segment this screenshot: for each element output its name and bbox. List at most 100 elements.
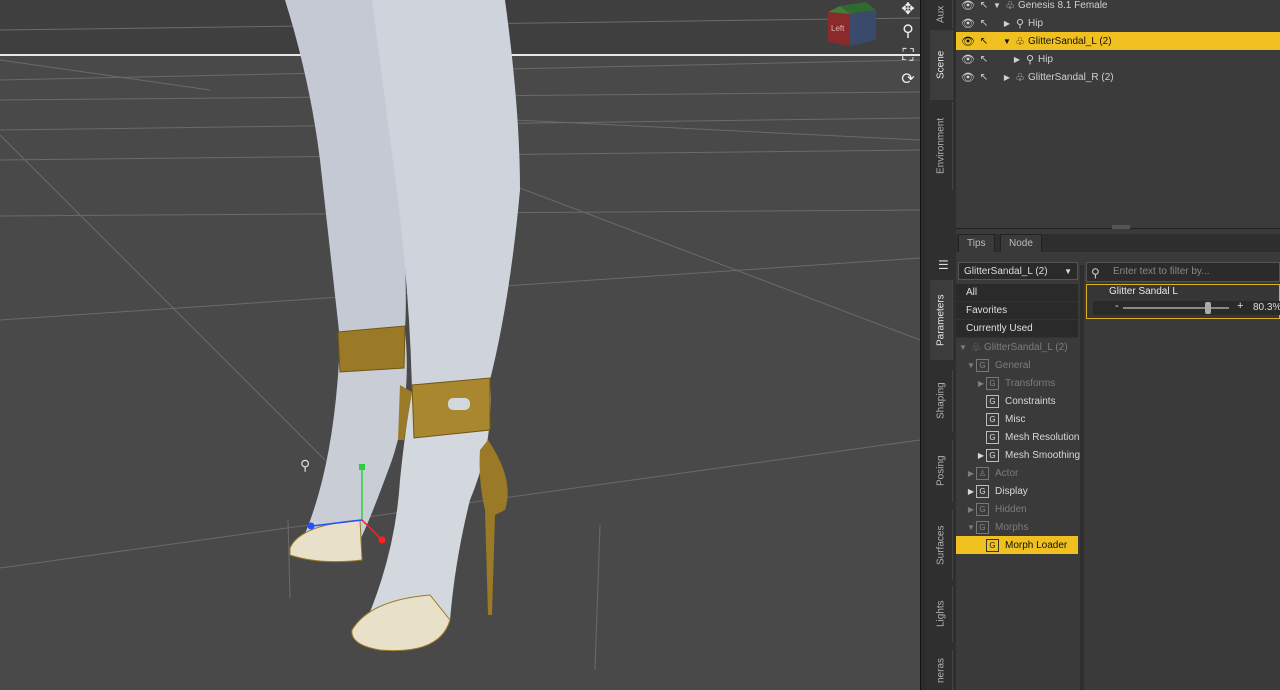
tree-mesh-smoothing-label: Mesh Smoothing	[1005, 449, 1081, 461]
tree-hidden[interactable]: ▶ G Hidden	[966, 500, 1027, 518]
filter-input[interactable]: ⚲ Enter text to filter by...	[1086, 262, 1280, 282]
tab-scene-label: Scene	[935, 50, 947, 80]
slider-value[interactable]: 80.3%	[1253, 302, 1280, 313]
group-favorites[interactable]: Favorites	[956, 302, 1078, 320]
tree-transforms[interactable]: ▶ G Transforms	[976, 374, 1055, 392]
tab-posing-label: Posing	[935, 455, 947, 487]
glitter-sandal-slider[interactable]: Glitter Sandal L - + 80.3%	[1086, 284, 1280, 319]
panel-menu-icon[interactable]: ☰	[938, 258, 949, 272]
eye-icon[interactable]: 👁	[960, 35, 976, 48]
collapsed-arrow-icon[interactable]: ▶	[976, 451, 986, 460]
tab-lights[interactable]: Lights	[930, 586, 953, 642]
tab-node[interactable]: Node	[1000, 234, 1042, 253]
scene-scroll-handle[interactable]	[1112, 225, 1130, 229]
expanded-arrow-icon[interactable]: ▼	[1002, 37, 1012, 46]
tab-cameras-label: neras	[935, 657, 947, 683]
strap-cutout	[448, 398, 470, 410]
scene-row-glittersandal-l[interactable]: 👁 ↖ ▼ ♧ GlitterSandal_L (2)	[956, 32, 1280, 50]
group-currently-used-label: Currently Used	[966, 323, 1033, 334]
tree-morphs-label: Morphs	[995, 521, 1029, 533]
node-selector[interactable]: GlitterSandal_L (2) ▼	[958, 262, 1078, 280]
pick-icon[interactable]: ↖	[976, 36, 992, 47]
viewport-tools: ✥ ⚲ ⛶ ⟳	[896, 0, 920, 100]
tree-morph-loader[interactable]: G Morph Loader	[956, 536, 1078, 554]
tree-morphs[interactable]: ▼ G Morphs	[966, 518, 1028, 536]
scene-row-label: GlitterSandal_R (2)	[1028, 71, 1114, 83]
tab-lights-label: Lights	[935, 600, 947, 628]
collapsed-arrow-icon[interactable]: ▶	[1002, 19, 1012, 28]
scene-row-label: Hip	[1038, 53, 1054, 65]
node-selector-value: GlitterSandal_L (2)	[964, 266, 1048, 277]
group-all[interactable]: All	[956, 284, 1078, 302]
collapsed-arrow-icon[interactable]: ▶	[976, 379, 986, 388]
pick-icon[interactable]: ↖	[976, 72, 992, 83]
bone-icon: ⚲	[1015, 17, 1025, 30]
params-splitter[interactable]	[1080, 265, 1084, 690]
tree-mesh-resolution[interactable]: G Mesh Resolution	[986, 428, 1079, 446]
expanded-arrow-icon[interactable]: ▼	[966, 361, 976, 370]
collapsed-arrow-icon[interactable]: ▶	[1002, 73, 1012, 82]
3d-viewport[interactable]: ⚲ Left ✥ ⚲ ⛶ ⟳	[0, 0, 920, 690]
collapsed-arrow-icon[interactable]: ▶	[966, 469, 976, 478]
tree-display[interactable]: ▶ G Display	[966, 482, 1028, 500]
collapsed-arrow-icon[interactable]: ▶	[966, 487, 976, 496]
tree-constraints[interactable]: G Constraints	[986, 392, 1056, 410]
figure-pick-icon: ⚲	[300, 457, 310, 473]
eye-icon[interactable]: 👁	[960, 53, 976, 66]
scene-row-genesis[interactable]: 👁 ↖ ▼ ♧ Genesis 8.1 Female	[956, 0, 1280, 14]
viewport-scene: ⚲	[0, 0, 920, 671]
tab-shaping[interactable]: Shaping	[930, 370, 953, 432]
collapsed-arrow-icon[interactable]: ▶	[966, 505, 976, 514]
side-tab-strip: Aux Scene Environment Parameters Shaping…	[926, 0, 956, 690]
tree-general[interactable]: ▼ G General	[966, 356, 1031, 374]
scene-row-glittersandal-r[interactable]: 👁 ↖ ▶ ♧ GlitterSandal_R (2)	[956, 68, 1280, 86]
tab-surfaces[interactable]: Surfaces	[930, 510, 953, 580]
tab-scene[interactable]: Scene	[930, 30, 953, 100]
frame-icon[interactable]: ⛶	[898, 46, 918, 66]
collapsed-arrow-icon[interactable]: ▶	[1012, 55, 1022, 64]
eye-icon[interactable]: 👁	[960, 71, 976, 84]
tab-cameras[interactable]: neras	[930, 650, 953, 690]
pick-icon[interactable]: ↖	[976, 18, 992, 29]
orbit-icon[interactable]: ⟳	[898, 70, 918, 90]
tab-aux[interactable]: Aux	[930, 0, 953, 28]
expanded-arrow-icon[interactable]: ▼	[958, 343, 968, 352]
tree-actor[interactable]: ▶ ♙ Actor	[966, 464, 1018, 482]
search-icon: ⚲	[1091, 266, 1100, 280]
tree-misc-label: Misc	[1005, 413, 1026, 425]
tab-tips[interactable]: Tips	[958, 234, 995, 253]
group-currently-used[interactable]: Currently Used	[956, 320, 1078, 338]
eye-icon[interactable]: 👁	[960, 17, 976, 30]
move-icon[interactable]: ✥	[898, 0, 918, 20]
scene-row-hip-2[interactable]: 👁 ↖ ▶ ⚲ Hip	[956, 50, 1280, 68]
slider-decrement[interactable]: -	[1115, 300, 1119, 312]
tab-posing[interactable]: Posing	[930, 440, 953, 502]
chevron-down-icon: ▼	[1064, 267, 1072, 276]
pick-icon[interactable]: ↖	[976, 0, 992, 11]
tree-mesh-smoothing[interactable]: ▶ G Mesh Smoothing	[976, 446, 1080, 464]
slider-track[interactable]: - + 80.3%	[1093, 300, 1280, 315]
eye-icon[interactable]: 👁	[960, 0, 976, 12]
tab-parameters[interactable]: Parameters	[930, 280, 953, 360]
group-icon: G	[986, 430, 999, 444]
expanded-arrow-icon[interactable]: ▼	[992, 1, 1002, 10]
tree-misc[interactable]: G Misc	[986, 410, 1026, 428]
group-all-label: All	[966, 287, 978, 298]
expanded-arrow-icon[interactable]: ▼	[966, 523, 976, 532]
tree-hidden-label: Hidden	[995, 503, 1027, 515]
zoom-icon[interactable]: ⚲	[898, 22, 918, 42]
group-favorites-label: Favorites	[966, 305, 1008, 316]
tree-root[interactable]: ▼ ♧ GlitterSandal_L (2)	[958, 338, 1068, 356]
scene-row-hip[interactable]: 👁 ↖ ▶ ⚲ Hip	[956, 14, 1280, 32]
view-cube[interactable]: Left	[826, 2, 878, 48]
tree-constraints-label: Constraints	[1005, 395, 1056, 407]
scene-row-label: Hip	[1028, 17, 1044, 29]
pick-icon[interactable]: ↖	[976, 54, 992, 65]
tab-environment[interactable]: Environment	[930, 102, 953, 190]
tree-root-label: GlitterSandal_L (2)	[984, 341, 1068, 353]
filter-placeholder: Enter text to filter by...	[1113, 266, 1210, 277]
tab-parameters-label: Parameters	[935, 294, 947, 346]
group-icon: G	[976, 520, 989, 534]
slider-increment[interactable]: +	[1237, 300, 1243, 312]
slider-handle[interactable]	[1205, 302, 1212, 314]
